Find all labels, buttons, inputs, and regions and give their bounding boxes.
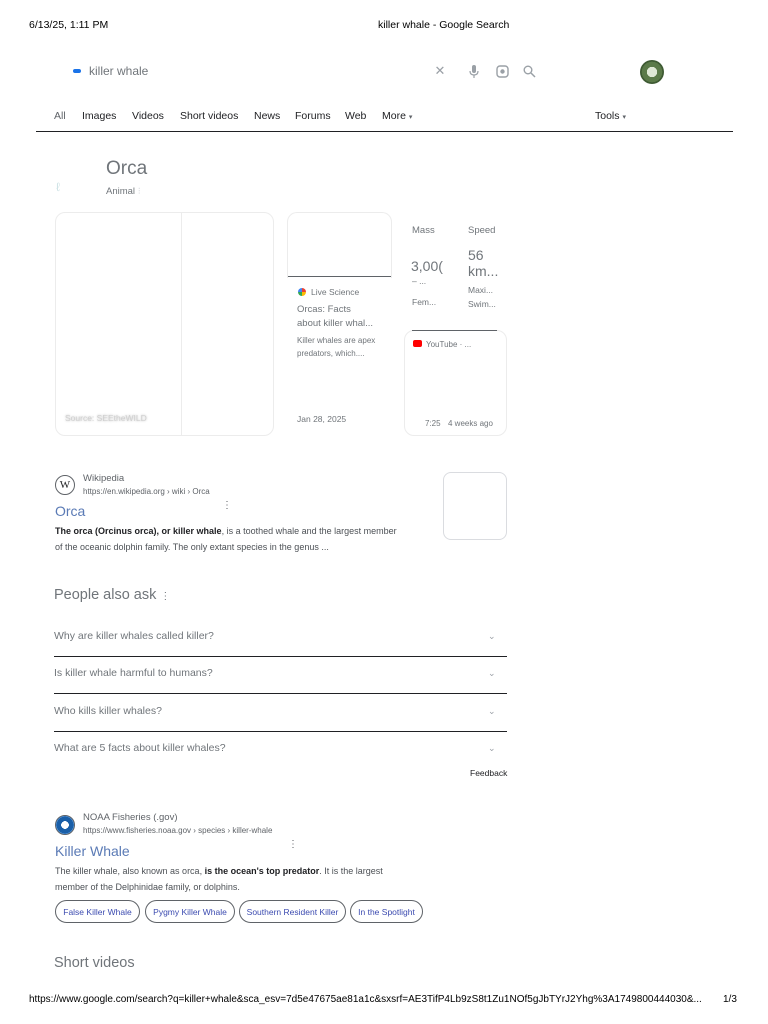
chevron-down-icon[interactable]: ⌄ (488, 668, 498, 678)
article-desc-1: Killer whales are apex (297, 336, 376, 345)
paa-divider (54, 693, 507, 694)
video-duration: 7:25 (425, 419, 441, 428)
article-title-2[interactable]: about killer whal... (297, 317, 373, 331)
google-mini-logo (73, 69, 81, 73)
clear-icon[interactable]: ✕ (432, 63, 448, 79)
print-page-number: 1/3 (723, 994, 737, 1005)
chip-pygmy-killer-whale[interactable]: Pygmy Killer Whale (145, 900, 235, 923)
live-science-icon (298, 288, 306, 296)
paa-question[interactable]: What are 5 facts about killer whales? (54, 742, 226, 754)
stat-mass-range: – ... (412, 276, 427, 286)
print-page-title: killer whale - Google Search (378, 19, 510, 31)
stat-speed-value-1: 56 (468, 247, 484, 263)
article-desc-2: predators, which.... (297, 349, 365, 358)
chevron-down-icon[interactable]: ⌄ (488, 706, 498, 716)
tab-videos[interactable]: Videos (132, 110, 164, 122)
chevron-down-icon: ▾ (622, 114, 626, 121)
tab-web[interactable]: Web (345, 110, 366, 122)
noaa-icon (55, 815, 75, 835)
wikipedia-icon: W (55, 475, 75, 495)
print-url: https://www.google.com/search?q=killer+w… (29, 994, 702, 1005)
more-options-icon[interactable]: ⋮ (222, 500, 232, 511)
result-title-link[interactable]: Orca (55, 503, 85, 519)
video-age: 4 weeks ago (448, 419, 493, 428)
stat-speed-sub-2: Swim... (468, 299, 496, 309)
lens-icon[interactable] (494, 63, 510, 79)
tab-all[interactable]: All (54, 110, 66, 122)
search-input[interactable]: killer whale (89, 64, 148, 78)
tab-news[interactable]: News (254, 110, 280, 122)
paa-divider (54, 656, 507, 657)
stat-mass-label: Mass (412, 225, 435, 236)
chevron-down-icon: ▾ (408, 114, 413, 121)
more-options-icon[interactable]: ⋮ (288, 839, 298, 850)
stat-mass-value: 3,00( (411, 258, 443, 274)
stat-mass-sub: Fem... (412, 297, 437, 307)
tools-button[interactable]: Tools ▾ (595, 110, 626, 122)
article-thumbnail-border (288, 276, 391, 277)
tab-more-label: More (382, 110, 406, 122)
tools-label: Tools (595, 110, 620, 122)
paa-question[interactable]: Is killer whale harmful to humans? (54, 667, 213, 679)
result-url[interactable]: https://en.wikipedia.org › wiki › Orca (83, 487, 210, 496)
tab-more[interactable]: More ▾ (382, 110, 412, 122)
avatar[interactable] (640, 60, 664, 84)
entity-title: Orca (106, 158, 148, 179)
result-site-name: NOAA Fisheries (.gov) (83, 812, 178, 823)
chevron-down-icon[interactable]: ⌄ (488, 631, 498, 641)
microphone-icon[interactable] (466, 63, 482, 79)
paa-heading: People also ask ⋮ (54, 587, 171, 603)
article-title-1[interactable]: Orcas: Facts (297, 303, 351, 317)
entity-subtitle: Animal ⁝ (106, 186, 141, 197)
paa-divider (54, 731, 507, 732)
tab-short-videos[interactable]: Short videos (180, 110, 238, 122)
chevron-down-icon[interactable]: ⌄ (488, 743, 498, 753)
stat-speed-sub-1: Maxi... (468, 285, 494, 295)
chip-southern-resident-killer[interactable]: Southern Resident Killer (239, 900, 346, 923)
result-snippet: The killer whale, also known as orca, is… (55, 866, 383, 892)
image-card[interactable] (55, 212, 274, 436)
chip-false-killer-whale[interactable]: False Killer Whale (55, 900, 140, 923)
youtube-icon (413, 340, 422, 347)
image-divider (181, 212, 182, 436)
article-source: Live Science (311, 287, 360, 297)
stat-speed-label: Speed (468, 225, 496, 236)
result-snippet: The orca (Orcinus orca), or killer whale… (55, 526, 397, 552)
video-source: YouTube · ... (426, 340, 472, 349)
result-site-name: Wikipedia (83, 473, 125, 484)
article-date: Jan 28, 2025 (297, 414, 347, 424)
stat-speed-value-2: km... (468, 263, 499, 279)
entity-image-icon: ℓ (56, 180, 60, 194)
paa-question[interactable]: Why are killer whales called killer? (54, 630, 214, 642)
feedback-link[interactable]: Feedback (470, 768, 507, 778)
result-url[interactable]: https://www.fisheries.noaa.gov › species… (83, 826, 272, 835)
result-title-link[interactable]: Killer Whale (55, 843, 130, 859)
tabs-divider (36, 131, 733, 132)
search-icon[interactable] (521, 63, 537, 79)
tab-images[interactable]: Images (82, 110, 116, 122)
video-card-border (412, 330, 497, 331)
paa-question[interactable]: Who kills killer whales? (54, 705, 162, 717)
image-source: Source: SEEtheWILD (65, 413, 147, 423)
print-datetime: 6/13/25, 1:11 PM (29, 19, 109, 31)
article-thumbnail[interactable] (287, 212, 392, 278)
result-thumbnail[interactable] (443, 472, 507, 540)
chip-in-the-spotlight[interactable]: In the Spotlight (350, 900, 423, 923)
tab-forums[interactable]: Forums (295, 110, 331, 122)
short-videos-heading: Short videos (54, 955, 135, 971)
